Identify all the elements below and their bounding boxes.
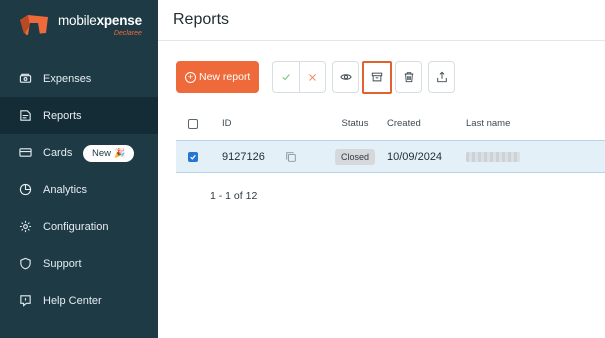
sidebar-item-label: Reports — [43, 109, 82, 122]
gear-icon — [18, 220, 32, 234]
export-button[interactable] — [428, 61, 456, 93]
sidebar-item-help-center[interactable]: Help Center — [0, 282, 158, 319]
table-header: ID Status Created Last name — [176, 107, 605, 140]
status-badge: Closed — [334, 148, 375, 165]
approve-button[interactable] — [273, 62, 299, 92]
approve-reject-group — [272, 61, 327, 93]
brand-subtitle: Declaree — [113, 29, 142, 37]
help-chat-icon — [18, 294, 32, 308]
check-icon — [282, 74, 291, 81]
sidebar: mobilexpense Declaree Expenses Reports C… — [0, 0, 158, 338]
select-all-checkbox[interactable] — [188, 118, 198, 129]
pagination-info: 1 - 1 of 12 — [210, 190, 258, 202]
sidebar-item-label: Expenses — [43, 72, 92, 85]
pie-chart-icon — [18, 183, 32, 197]
party-popper-icon: 🎉 — [114, 148, 126, 158]
redacted-last-name — [466, 151, 520, 162]
reject-button[interactable] — [299, 62, 325, 92]
trash-icon — [404, 72, 414, 83]
sidebar-item-analytics[interactable]: Analytics — [0, 171, 158, 208]
page-header: Reports — [158, 0, 605, 41]
sidebar-item-configuration[interactable]: Configuration — [0, 208, 158, 245]
logo-mark-icon — [20, 15, 48, 36]
expenses-icon — [18, 72, 32, 86]
column-header-id[interactable]: ID — [222, 118, 285, 129]
created-date: 10/09/2024 — [387, 150, 443, 163]
card-icon — [18, 146, 32, 160]
column-header-status[interactable]: Status — [325, 118, 385, 129]
reports-table: ID Status Created Last name 9127126 Clos… — [176, 107, 605, 173]
brand-name: mobilexpense — [58, 13, 142, 28]
sidebar-item-label: Configuration — [43, 220, 109, 233]
sidebar-item-label: Support — [43, 257, 82, 270]
copy-icon[interactable] — [285, 151, 297, 163]
reports-icon — [18, 109, 32, 123]
row-checkbox[interactable] — [188, 151, 198, 162]
shield-icon — [18, 257, 32, 271]
sidebar-item-label: Cards — [43, 146, 73, 159]
sidebar-item-label: Analytics — [43, 183, 88, 196]
plus-icon: + — [185, 71, 196, 83]
sidebar-item-reports[interactable]: Reports — [0, 97, 158, 134]
sidebar-item-expenses[interactable]: Expenses — [0, 60, 158, 97]
new-badge: New 🎉 — [83, 145, 135, 162]
sidebar-item-cards[interactable]: Cards New 🎉 — [0, 134, 158, 171]
view-button[interactable] — [332, 61, 360, 93]
sidebar-nav: Expenses Reports Cards New 🎉 Analytics C… — [0, 60, 158, 319]
sidebar-item-label: Help Center — [43, 294, 102, 307]
column-header-last-name[interactable]: Last name — [466, 118, 586, 129]
column-header-created[interactable]: Created — [385, 118, 466, 129]
brand-logo[interactable]: mobilexpense Declaree — [18, 14, 142, 37]
new-report-button[interactable]: + New report — [176, 61, 260, 93]
page-title: Reports — [173, 11, 230, 28]
close-icon — [309, 73, 317, 81]
report-id: 9127126 — [222, 150, 265, 163]
main-content: Reports + New report ID Status Created L… — [158, 0, 605, 338]
archive-icon — [372, 72, 383, 82]
delete-button[interactable] — [395, 61, 423, 93]
toolbar: + New report — [176, 60, 456, 94]
eye-icon — [340, 74, 352, 80]
upload-icon — [437, 71, 447, 83]
archive-button[interactable] — [362, 60, 393, 94]
table-row[interactable]: 9127126 Closed 10/09/2024 — [176, 140, 605, 173]
sidebar-item-support[interactable]: Support — [0, 245, 158, 282]
check-icon — [190, 154, 196, 160]
